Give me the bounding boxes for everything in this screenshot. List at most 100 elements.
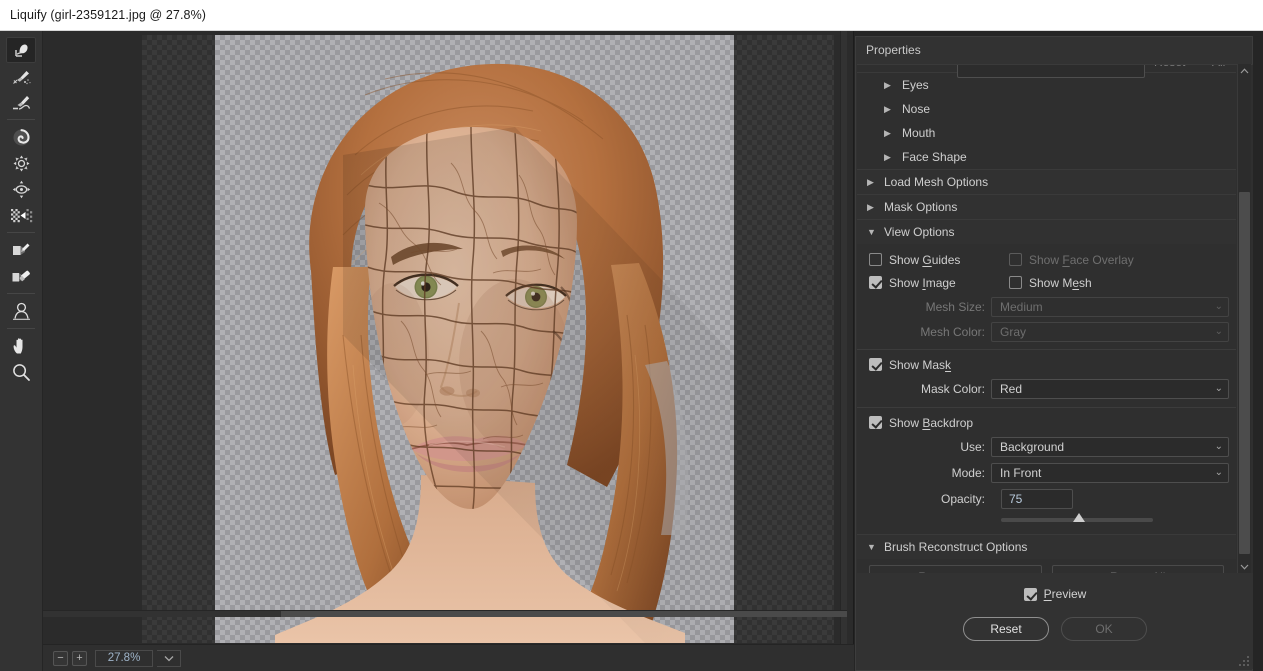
mesh-color-label: Mesh Color:	[920, 324, 985, 339]
tool-separator	[7, 119, 35, 120]
preview-label: Preview	[1043, 587, 1087, 601]
canvas-vertical-scrollbar[interactable]	[840, 31, 847, 644]
show-guides-checkbox[interactable]	[869, 253, 882, 266]
canvas-status-bar: − + 27.8%	[43, 644, 854, 671]
show-mask-label: Show Mask	[889, 357, 952, 372]
reconstruct-tool[interactable]	[6, 63, 36, 89]
face-all-label[interactable]: All	[1212, 65, 1225, 69]
tool-separator	[7, 328, 35, 329]
show-image-checkbox[interactable]	[869, 276, 882, 289]
zoom-level-value[interactable]: 27.8%	[95, 649, 153, 667]
ok-button: OK	[1061, 617, 1147, 641]
show-mesh-row[interactable]: Show Mesh	[1009, 276, 1092, 290]
show-face-overlay-checkbox	[1009, 253, 1022, 266]
section-label: Load Mesh Options	[884, 175, 989, 189]
zoom-tool[interactable]	[6, 359, 36, 385]
push-left-tool[interactable]	[6, 202, 36, 228]
image-bounds	[215, 35, 734, 643]
face-subsection-face-shape[interactable]: Face Shape	[857, 145, 1236, 169]
chevron-down-icon: ⌄	[1214, 383, 1223, 394]
clipped-combo[interactable]	[957, 65, 1145, 78]
section-label: Mask Options	[884, 200, 958, 214]
backdrop-mode-select[interactable]: In Front ⌄	[991, 463, 1229, 483]
scroll-down-arrow-icon[interactable]	[1238, 560, 1251, 574]
preview-checkbox[interactable]	[1023, 587, 1037, 601]
backdrop-opacity-input[interactable]: 75	[1001, 489, 1073, 509]
preview-row[interactable]: Preview	[857, 573, 1253, 601]
show-backdrop-checkbox[interactable]	[869, 416, 882, 429]
backdrop-opacity-slider[interactable]	[1001, 513, 1153, 522]
properties-panel: Properties Reset All Eyes Nose	[855, 36, 1253, 671]
mesh-size-select: Medium ⌄	[991, 296, 1229, 317]
face-subsection-nose[interactable]: Nose	[857, 97, 1236, 121]
mesh-color-value: Gray	[1000, 324, 1027, 339]
face-tool[interactable]	[6, 298, 36, 324]
canvas-hscroll-thumb[interactable]	[281, 611, 847, 617]
face-subsection-label: Eyes	[902, 78, 929, 92]
canvas-viewport[interactable]	[43, 31, 847, 644]
reset-button[interactable]: Reset	[963, 617, 1049, 641]
mesh-size-label: Mesh Size:	[925, 299, 985, 314]
smooth-tool[interactable]	[6, 89, 36, 115]
face-subsection-label: Nose	[902, 102, 931, 116]
section-label: Brush Reconstruct Options	[884, 540, 1028, 554]
section-mask-options[interactable]: Mask Options	[857, 194, 1236, 219]
section-label: View Options	[884, 225, 955, 239]
bloat-tool[interactable]	[6, 176, 36, 202]
show-face-overlay-label: Show Face Overlay	[1029, 252, 1134, 267]
mask-color-value: Red	[1000, 382, 1023, 396]
show-guides-label: Show Guides	[889, 252, 961, 267]
chevron-down-icon[interactable]	[157, 649, 181, 667]
section-load-mesh-options[interactable]: Load Mesh Options	[857, 169, 1236, 194]
show-mask-checkbox[interactable]	[869, 358, 882, 371]
properties-scroll-thumb[interactable]	[1239, 192, 1250, 554]
liquify-preview-image[interactable]	[215, 35, 734, 643]
chevron-down-icon	[867, 542, 880, 552]
divider	[857, 407, 1236, 408]
pucker-tool[interactable]	[6, 150, 36, 176]
zoom-out-button[interactable]: −	[53, 650, 68, 666]
show-mesh-checkbox[interactable]	[1009, 276, 1022, 289]
hand-tool[interactable]	[6, 333, 36, 359]
tool-separator	[7, 293, 35, 294]
show-face-overlay-row: Show Face Overlay	[1009, 253, 1134, 267]
section-brush-reconstruct-options[interactable]: Brush Reconstruct Options	[857, 534, 1236, 559]
properties-scroll-area[interactable]: Reset All Eyes Nose Mouth	[857, 64, 1253, 574]
twirl-clockwise-tool[interactable]	[6, 124, 36, 150]
face-subsection-mouth[interactable]: Mouth	[857, 121, 1236, 145]
face-reset-label[interactable]: Reset	[1154, 65, 1185, 69]
canvas-area: − + 27.8%	[43, 31, 854, 671]
zoom-in-button[interactable]: +	[72, 650, 87, 666]
chevron-right-icon	[867, 177, 880, 188]
face-subsection-label: Face Shape	[902, 150, 967, 164]
chevron-right-icon	[884, 128, 897, 139]
chevron-down-icon: ⌄	[1214, 325, 1223, 337]
chevron-right-icon	[884, 152, 897, 163]
backdrop-use-select[interactable]: Background ⌄	[991, 437, 1229, 457]
show-image-label: Show Image	[889, 275, 956, 290]
chevron-down-icon	[867, 227, 880, 237]
tool-separator	[7, 232, 35, 233]
backdrop-use-value: Background	[1000, 440, 1065, 454]
properties-vertical-scrollbar[interactable]	[1237, 64, 1251, 574]
forward-warp-tool[interactable]	[6, 37, 36, 63]
show-guides-row[interactable]: Show Guides	[869, 253, 1009, 267]
dialog-buttons: Reset OK	[857, 601, 1253, 641]
face-subsection-label: Mouth	[902, 126, 936, 140]
show-mesh-label: Show Mesh	[1029, 275, 1092, 290]
mask-color-label: Mask Color:	[920, 382, 985, 396]
canvas-horizontal-scrollbar[interactable]	[43, 610, 847, 617]
backdrop-mode-value: In Front	[1000, 466, 1042, 480]
chevron-right-icon	[884, 104, 897, 115]
resize-grip[interactable]	[1239, 656, 1250, 667]
thaw-mask-tool[interactable]	[6, 263, 36, 289]
show-image-row[interactable]: Show Image	[869, 276, 1009, 290]
section-view-options[interactable]: View Options	[857, 219, 1236, 244]
backdrop-opacity-label: Opacity:	[940, 492, 985, 506]
chevron-down-icon: ⌄	[1214, 441, 1223, 452]
liquify-dialog: Liquify (girl-2359121.jpg @ 27.8%) − + 2…	[0, 0, 1263, 671]
mask-color-select[interactable]: Red ⌄	[991, 379, 1229, 399]
slider-thumb[interactable]	[1073, 513, 1085, 522]
freeze-mask-tool[interactable]	[6, 237, 36, 263]
scroll-up-arrow-icon[interactable]	[1238, 64, 1251, 78]
